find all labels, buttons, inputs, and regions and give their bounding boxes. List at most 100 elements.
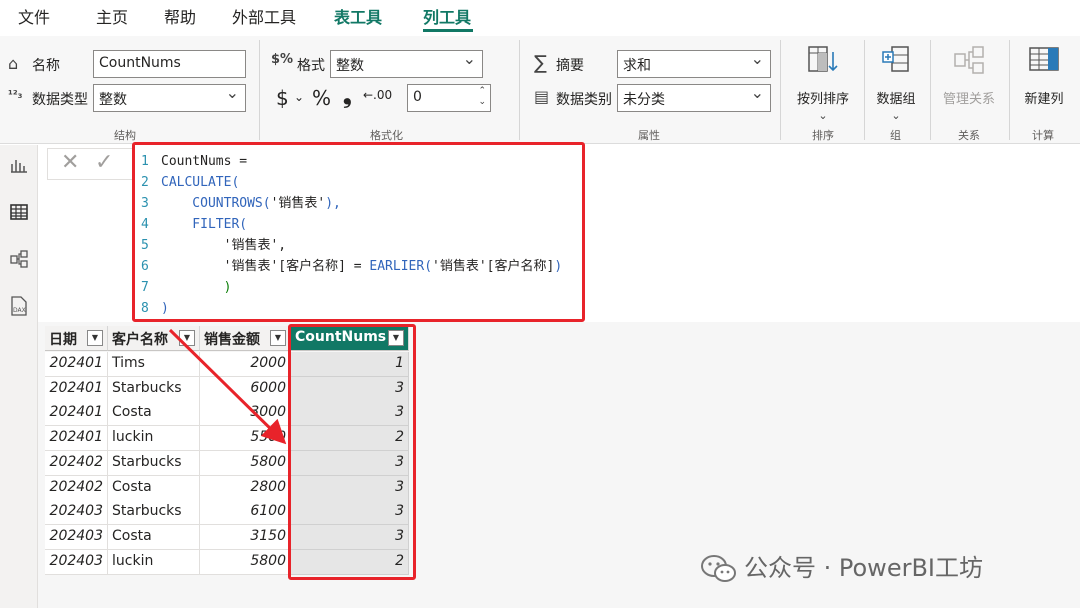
calculations-group-label: 计算 — [1032, 129, 1054, 142]
table-cell[interactable]: Costa — [108, 401, 200, 427]
code-token: FILTER( — [161, 217, 248, 232]
format-icon: $% — [271, 52, 294, 67]
line-number: 3 — [141, 196, 149, 211]
manage-relationships-button[interactable]: 管理关系 — [938, 44, 1000, 107]
table-cell[interactable]: 202401 — [45, 401, 108, 427]
chevron-down-icon: ⌄ — [891, 109, 901, 122]
table-cell[interactable]: 202403 — [45, 524, 108, 550]
format-value: 整数 — [336, 58, 364, 74]
tab-external-tools[interactable]: 外部工具 — [232, 4, 296, 28]
ribbon: ⌂ 名称 CountNums ¹²₃ 数据类型 整数 结构 $% 格式 整数 $… — [0, 36, 1080, 144]
table-cell[interactable]: Starbucks — [108, 500, 200, 526]
table-cell[interactable]: 3150 — [200, 524, 291, 550]
format-dropdown[interactable]: 整数 — [330, 50, 483, 78]
filter-dropdown-icon[interactable]: ▼ — [87, 330, 103, 346]
line-number: 5 — [141, 238, 149, 253]
filter-dropdown-icon[interactable]: ▼ — [270, 330, 286, 346]
table-cell[interactable]: 5800 — [200, 450, 291, 476]
table-cell[interactable]: Costa — [108, 475, 200, 501]
sort-by-column-button[interactable]: 按列排序 ⌄ — [792, 44, 854, 122]
table-cell[interactable]: Costa — [108, 524, 200, 550]
column-header-label: 销售金额 — [204, 332, 260, 348]
relationships-group-label: 关系 — [958, 129, 980, 142]
table-cell[interactable]: Starbucks — [108, 450, 200, 476]
new-column-button[interactable]: 新建列 — [1016, 44, 1072, 107]
data-groups-label: 数据组 — [876, 92, 916, 107]
percent-button[interactable]: % — [312, 86, 331, 110]
line-number: 7 — [141, 280, 149, 295]
table-cell[interactable]: 3000 — [200, 401, 291, 427]
table-cell[interactable]: 6100 — [200, 500, 291, 526]
table-cell[interactable]: 5500 — [200, 426, 291, 452]
decimal-places-value: 0 — [413, 89, 422, 105]
data-type-dropdown[interactable]: 整数 — [93, 84, 246, 112]
dax-query-view-icon[interactable]: DAX — [8, 295, 30, 317]
comma-button[interactable]: ❟ — [343, 84, 352, 109]
table-cell[interactable]: 2000 — [200, 352, 291, 377]
stepper-arrows-icon[interactable]: ⌃ ⌄ — [478, 86, 486, 108]
table-cell[interactable]: 202402 — [45, 475, 108, 501]
table-cell[interactable]: 202401 — [45, 376, 108, 402]
amount-column-header[interactable]: 销售金额 ▼ — [200, 326, 291, 351]
tab-file[interactable]: 文件 — [18, 4, 50, 28]
code-token: CALCULATE( — [161, 175, 240, 190]
decimal-places-stepper[interactable]: 0 ⌃ ⌄ — [407, 84, 491, 112]
data-category-value: 未分类 — [623, 92, 665, 108]
table-cell[interactable]: 5800 — [200, 549, 291, 575]
name-input[interactable]: CountNums — [93, 50, 246, 78]
table-cell[interactable]: 202401 — [45, 352, 108, 377]
tab-help[interactable]: 帮助 — [164, 4, 196, 28]
customer-column-header[interactable]: 客户名称 ▼ — [108, 326, 200, 351]
table-cell[interactable]: luckin — [108, 426, 200, 452]
new-column-label: 新建列 — [1024, 92, 1064, 107]
table-cell[interactable]: 6000 — [200, 376, 291, 402]
tab-column-tools[interactable]: 列工具 — [423, 4, 471, 28]
table-cell[interactable]: 2800 — [200, 475, 291, 501]
report-view-icon[interactable] — [8, 155, 30, 177]
table-cell[interactable]: luckin — [108, 549, 200, 575]
code-line[interactable]: 2 CALCULATE( — [141, 172, 239, 193]
code-line[interactable]: 8) — [141, 298, 169, 319]
column-header-label: 客户名称 — [112, 332, 168, 348]
filter-dropdown-icon[interactable]: ▼ — [179, 330, 195, 346]
code-line[interactable]: 5 '销售表', — [141, 235, 286, 256]
tag-icon: ⌂ — [8, 54, 19, 73]
data-type-icon: ¹²₃ — [8, 88, 23, 101]
model-view-icon[interactable] — [8, 249, 30, 271]
decimal-places-icon[interactable]: ←.00 — [363, 88, 392, 102]
table-cell[interactable]: 202401 — [45, 426, 108, 452]
group-divider — [780, 40, 781, 140]
table-view-icon[interactable] — [8, 202, 30, 224]
data-category-dropdown[interactable]: 未分类 — [617, 84, 771, 112]
currency-chevron-down-icon[interactable]: ⌄ — [294, 90, 304, 104]
group-divider — [930, 40, 931, 140]
currency-button[interactable]: $ — [276, 86, 289, 110]
date-column-header[interactable]: 日期 ▼ — [45, 326, 108, 351]
checkmark-icon[interactable]: ✓ — [95, 150, 113, 175]
code-line[interactable]: 3 COUNTROWS('销售表'), — [141, 193, 341, 214]
code-line[interactable]: 1 CountNums = — [141, 151, 247, 172]
cancel-icon[interactable]: ✕ — [61, 150, 79, 175]
data-groups-button[interactable]: 数据组 ⌄ — [870, 44, 922, 122]
group-divider — [259, 40, 260, 140]
tab-table-tools[interactable]: 表工具 — [334, 4, 382, 28]
formatting-group-label: 格式化 — [370, 129, 403, 142]
code-line[interactable]: 4 FILTER( — [141, 214, 247, 235]
code-line[interactable]: 7 ) — [141, 277, 231, 298]
summarize-dropdown[interactable]: 求和 — [617, 50, 771, 78]
line-number: 1 — [141, 154, 149, 169]
table-cell[interactable]: 202403 — [45, 549, 108, 575]
sort-by-column-icon — [807, 44, 839, 76]
table-cell[interactable]: Starbucks — [108, 376, 200, 402]
table-cell[interactable]: 202402 — [45, 450, 108, 476]
code-token: ) — [161, 301, 169, 316]
data-type-value: 整数 — [99, 92, 127, 108]
code-line[interactable]: 6 '销售表'[客户名称] = EARLIER('销售表'[客户名称]) — [141, 256, 562, 277]
table-cell[interactable]: Tims — [108, 352, 200, 377]
dax-formula-editor[interactable]: 1 CountNums = 2 CALCULATE(3 COUNTROWS('销售表'… — [132, 142, 585, 322]
ribbon-tab-bar: 文件 主页 帮助 外部工具 表工具 列工具 — [0, 0, 1080, 36]
data-groups-icon — [880, 44, 912, 76]
table-cell[interactable]: 202403 — [45, 500, 108, 526]
relationships-icon — [953, 44, 985, 76]
tab-home[interactable]: 主页 — [96, 4, 128, 28]
